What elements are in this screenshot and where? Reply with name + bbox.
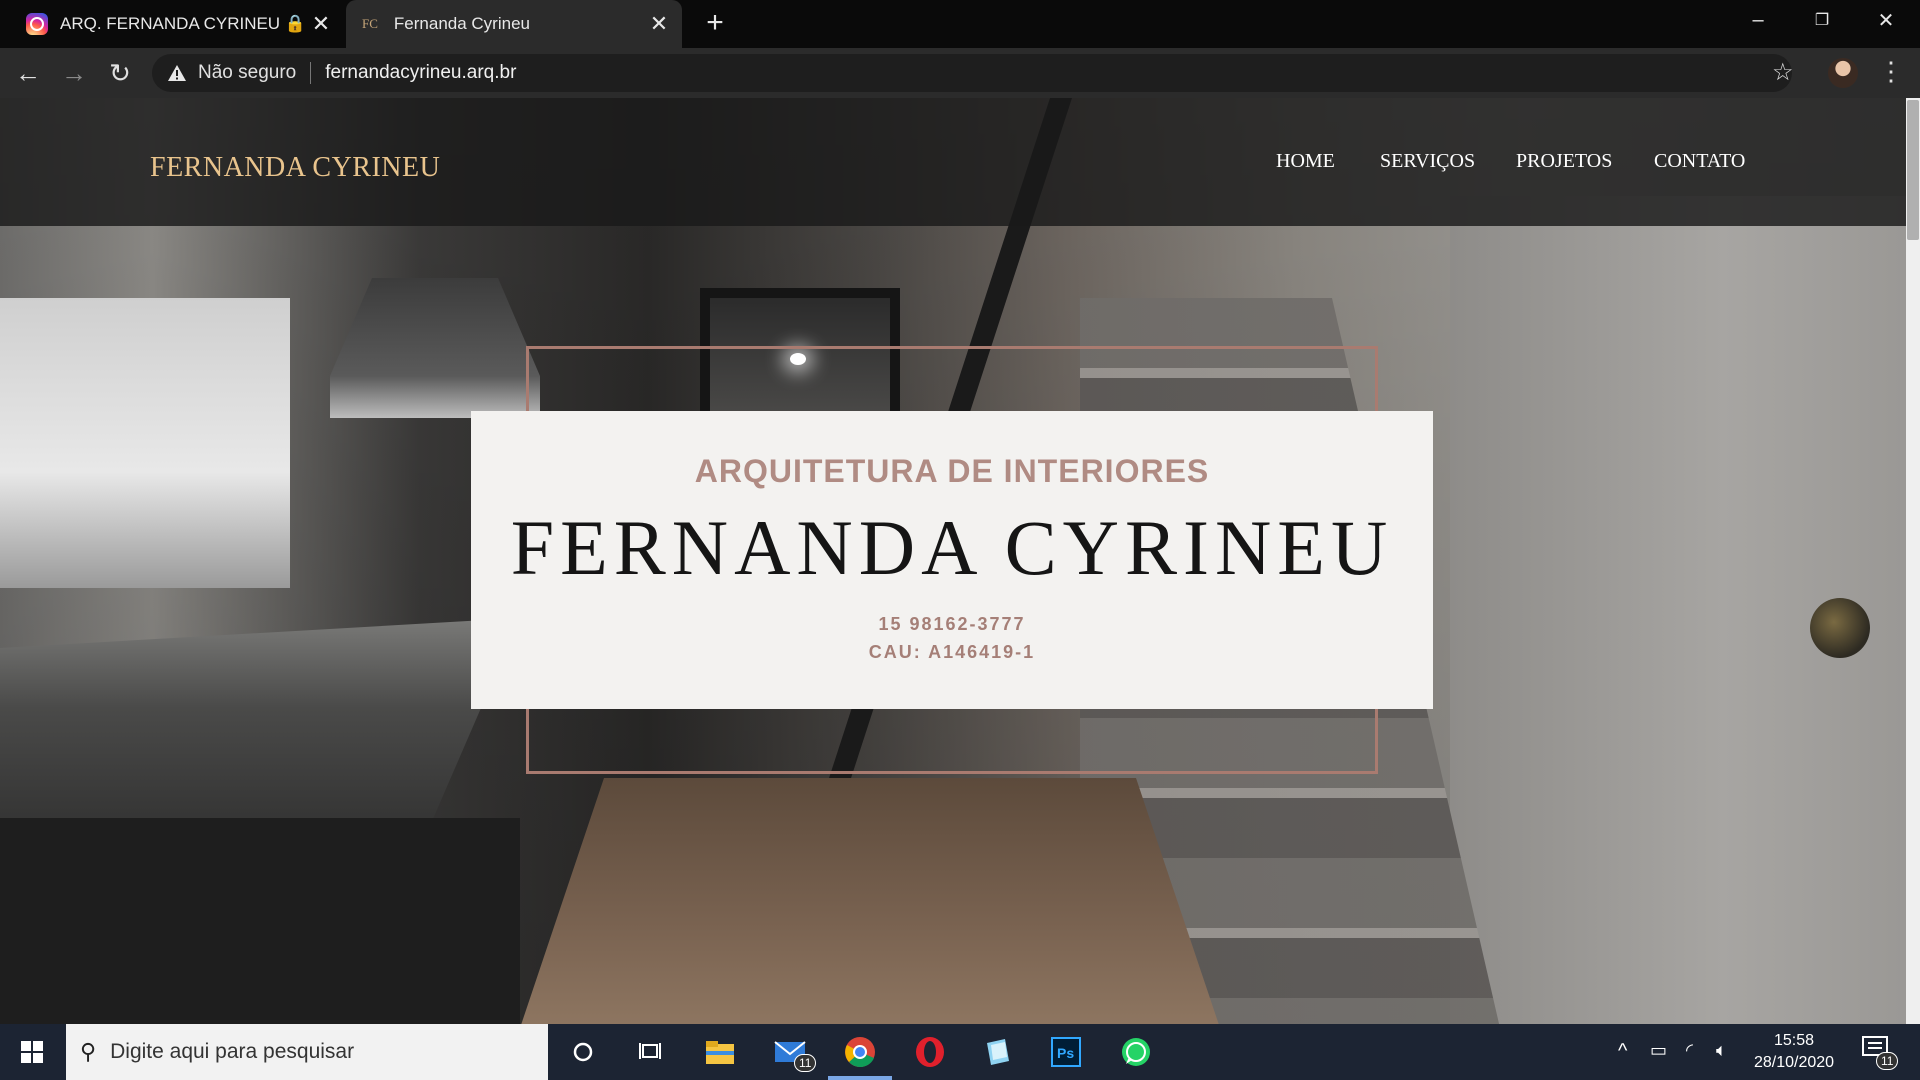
nav-home[interactable]: HOME [1276,150,1335,173]
mail-badge: 11 [794,1054,817,1072]
clock-date: 28/10/2020 [1753,1054,1835,1071]
taskbar-search[interactable]: ⚲ Digite aqui para pesquisar [66,1024,548,1080]
start-button[interactable] [0,1024,64,1080]
minimize-button[interactable]: – [1726,0,1790,40]
tab-title: Fernanda Cyrineu [393,14,530,33]
tab-fernanda-cyrineu[interactable]: FC Fernanda Cyrineu ✕ [346,0,682,48]
security-label[interactable]: Não seguro [198,62,296,84]
active-app-indicator [828,1076,892,1080]
chrome-icon[interactable] [840,1032,880,1072]
browser-toolbar: ← → ↻ Não seguro fernandacyrineu.arq.br … [0,48,1920,98]
background-range-hood [330,278,540,418]
photoshop-icon[interactable]: Ps [1046,1032,1086,1072]
system-clock[interactable]: 15:58 28/10/2020 [1744,1030,1844,1074]
back-button[interactable]: ← [12,58,44,88]
notepad-icon[interactable] [978,1032,1018,1072]
tab-instagram[interactable]: ARQ. FERNANDA CYRINEU 🔒 (@ ✕ [14,0,344,48]
divider [310,62,312,84]
volume-icon[interactable]: 🔈︎ [1716,1040,1727,1061]
nav-contato[interactable]: CONTATO [1654,150,1745,173]
address-bar[interactable]: Não seguro fernandacyrineu.arq.br [152,54,1792,92]
search-placeholder: Digite aqui para pesquisar [110,1040,355,1063]
task-view-icon[interactable] [630,1032,670,1072]
restore-button[interactable]: ❐ [1790,0,1854,40]
action-center-icon[interactable]: 11 [1862,1036,1899,1070]
warning-icon[interactable] [166,63,188,83]
file-explorer-icon[interactable] [700,1032,740,1072]
site-logo[interactable]: FERNANDA CYRINEU [150,152,440,184]
profile-avatar[interactable] [1828,58,1858,88]
svg-text:Ps: Ps [1057,1045,1074,1061]
close-window-button[interactable]: ✕ [1854,0,1918,40]
background-door-knob [1810,598,1870,658]
cortana-icon[interactable] [563,1032,603,1072]
notification-badge: 11 [1876,1052,1899,1070]
background-window [0,298,290,588]
nav-servicos[interactable]: SERVIÇOS [1380,150,1475,173]
nav-projetos[interactable]: PROJETOS [1516,150,1612,173]
show-hidden-icons[interactable]: ^ [1618,1040,1627,1063]
hero-phone: 15 98162-3777 [878,614,1026,634]
windows-taskbar: ⚲ Digite aqui para pesquisar 11 Ps ^ ▭ ◜… [0,1024,1920,1080]
close-tab-icon[interactable]: ✕ [646,11,672,37]
site-favicon: FC [362,16,378,31]
site-header: FERNANDA CYRINEU HOME SERVIÇOS PROJETOS … [0,98,1906,226]
mail-icon[interactable]: 11 [770,1032,817,1072]
search-icon: ⚲ [80,1039,97,1064]
reload-button[interactable]: ↻ [104,58,136,88]
opera-icon[interactable] [910,1032,950,1072]
hero-card: ARQUITETURA DE INTERIORES FERNANDA CYRIN… [471,411,1433,709]
instagram-icon [26,13,48,35]
tab-title: ARQ. FERNANDA CYRINEU 🔒 (@ [60,14,308,33]
clock-time: 15:58 [1773,1032,1815,1049]
background-cabinet [0,818,520,1024]
web-page: FERNANDA CYRINEU HOME SERVIÇOS PROJETOS … [0,98,1906,1024]
url-text[interactable]: fernandacyrineu.arq.br [325,62,516,84]
hero-registration: CAU: A146419-1 [868,642,1036,662]
battery-icon[interactable]: ▭ [1650,1040,1667,1061]
bookmark-star-icon[interactable]: ☆ [1772,58,1794,87]
close-tab-icon[interactable]: ✕ [308,11,334,37]
whatsapp-icon[interactable] [1116,1032,1156,1072]
wifi-icon[interactable]: ◜ [1686,1040,1693,1061]
new-tab-button[interactable]: + [700,8,730,38]
forward-button[interactable]: → [58,58,90,88]
menu-kebab-icon[interactable]: ⋮ [1878,58,1904,84]
background-floor [520,778,1220,1024]
hero-subtitle: ARQUITETURA DE INTERIORES [694,453,1210,489]
windows-logo-icon [21,1041,43,1063]
tab-strip: ARQ. FERNANDA CYRINEU 🔒 (@ ✕ FC Fernanda… [0,0,1920,48]
hero-title: FERNANDA CYRINEU [510,504,1394,591]
scrollbar-thumb[interactable] [1907,100,1919,240]
